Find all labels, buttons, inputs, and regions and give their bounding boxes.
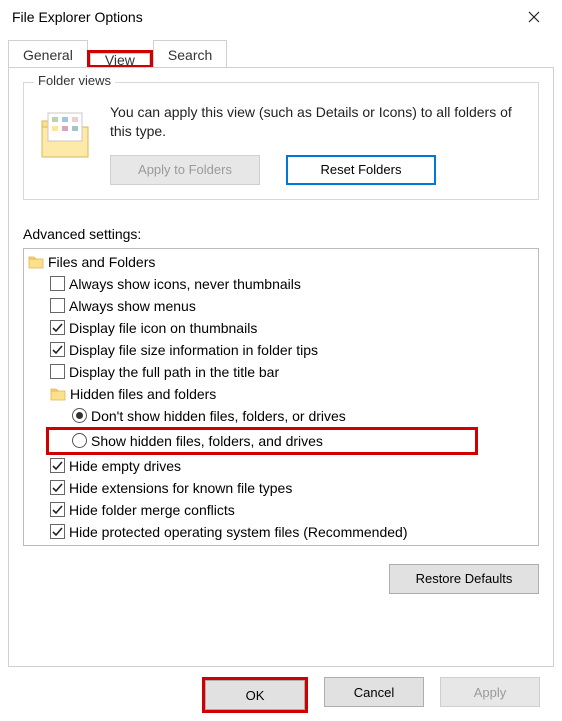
advanced-settings-label: Advanced settings:	[23, 226, 539, 242]
folder-views-group: Folder views You can apply this view (su…	[23, 82, 539, 200]
tree-item[interactable]: Launch folder windows in a separate proc…	[26, 543, 538, 545]
tree-item-label: Display file size information in folder …	[69, 342, 318, 358]
checkbox[interactable]	[50, 342, 65, 357]
tree-group-label: Hidden files and folders	[70, 386, 216, 402]
close-button[interactable]	[514, 3, 554, 31]
ok-button[interactable]: OK	[205, 680, 305, 710]
tree-item[interactable]: Hide folder merge conflicts	[26, 499, 538, 521]
tree-radio-item[interactable]: Show hidden files, folders, and drives	[72, 430, 475, 452]
tab-view[interactable]: View	[90, 53, 150, 65]
tree-item-label: Always show menus	[69, 298, 196, 314]
checkbox[interactable]	[50, 298, 65, 313]
tree-item-label: Show hidden files, folders, and drives	[91, 433, 323, 449]
tab-strip: General View Search	[8, 38, 554, 68]
window-title: File Explorer Options	[8, 9, 514, 25]
tree-root: Files and Folders	[26, 251, 538, 273]
tree-group-hidden: Hidden files and folders	[26, 383, 538, 405]
folder-views-legend: Folder views	[34, 73, 115, 88]
apply-button: Apply	[440, 677, 540, 707]
tab-general[interactable]: General	[8, 40, 88, 68]
checkbox[interactable]	[50, 524, 65, 539]
tree-item[interactable]: Always show icons, never thumbnails	[26, 273, 538, 295]
tree-item-label: Hide folder merge conflicts	[69, 502, 235, 518]
tree-item[interactable]: Display the full path in the title bar	[26, 361, 538, 383]
tree-item[interactable]: Display file size information in folder …	[26, 339, 538, 361]
tree-item-label: Display the full path in the title bar	[69, 364, 279, 380]
reset-folders-button[interactable]: Reset Folders	[286, 155, 436, 185]
highlight-show-hidden: Show hidden files, folders, and drives	[46, 427, 478, 455]
checkbox[interactable]	[50, 276, 65, 291]
checkbox[interactable]	[50, 502, 65, 517]
tree-item[interactable]: Hide protected operating system files (R…	[26, 521, 538, 543]
checkbox[interactable]	[50, 320, 65, 335]
tab-search[interactable]: Search	[153, 40, 227, 68]
checkbox[interactable]	[50, 458, 65, 473]
tree-item-label: Hide protected operating system files (R…	[69, 524, 408, 540]
tree-item[interactable]: Hide empty drives	[26, 455, 538, 477]
tree-item[interactable]: Display file icon on thumbnails	[26, 317, 538, 339]
checkbox[interactable]	[50, 364, 65, 379]
highlight-view-tab: View	[87, 50, 153, 68]
apply-to-folders-button: Apply to Folders	[110, 155, 260, 185]
restore-defaults-button[interactable]: Restore Defaults	[389, 564, 539, 594]
tree-item-label: Hide extensions for known file types	[69, 480, 292, 496]
folder-icon	[28, 255, 44, 269]
tree-item-label: Hide empty drives	[69, 458, 181, 474]
tree-item[interactable]: Hide extensions for known file types	[26, 477, 538, 499]
tree-root-label: Files and Folders	[48, 254, 155, 270]
close-icon	[528, 11, 540, 23]
folder-views-text: You can apply this view (such as Details…	[110, 103, 524, 141]
tree-radio-item[interactable]: Don't show hidden files, folders, or dri…	[26, 405, 538, 427]
radio[interactable]	[72, 408, 87, 423]
tab-page-view: Folder views You can apply this view (su…	[8, 67, 554, 667]
advanced-settings-tree[interactable]: Files and Folders Always show icons, nev…	[23, 248, 539, 546]
tree-item-label: Display file icon on thumbnails	[69, 320, 257, 336]
highlight-ok: OK	[202, 677, 308, 713]
radio[interactable]	[72, 433, 87, 448]
tree-item[interactable]: Always show menus	[26, 295, 538, 317]
folder-icon	[50, 387, 66, 401]
tree-item-label: Always show icons, never thumbnails	[69, 276, 301, 292]
tree-item-label: Don't show hidden files, folders, or dri…	[91, 408, 346, 424]
checkbox[interactable]	[50, 480, 65, 495]
folder-views-icon	[38, 107, 94, 163]
cancel-button[interactable]: Cancel	[324, 677, 424, 707]
